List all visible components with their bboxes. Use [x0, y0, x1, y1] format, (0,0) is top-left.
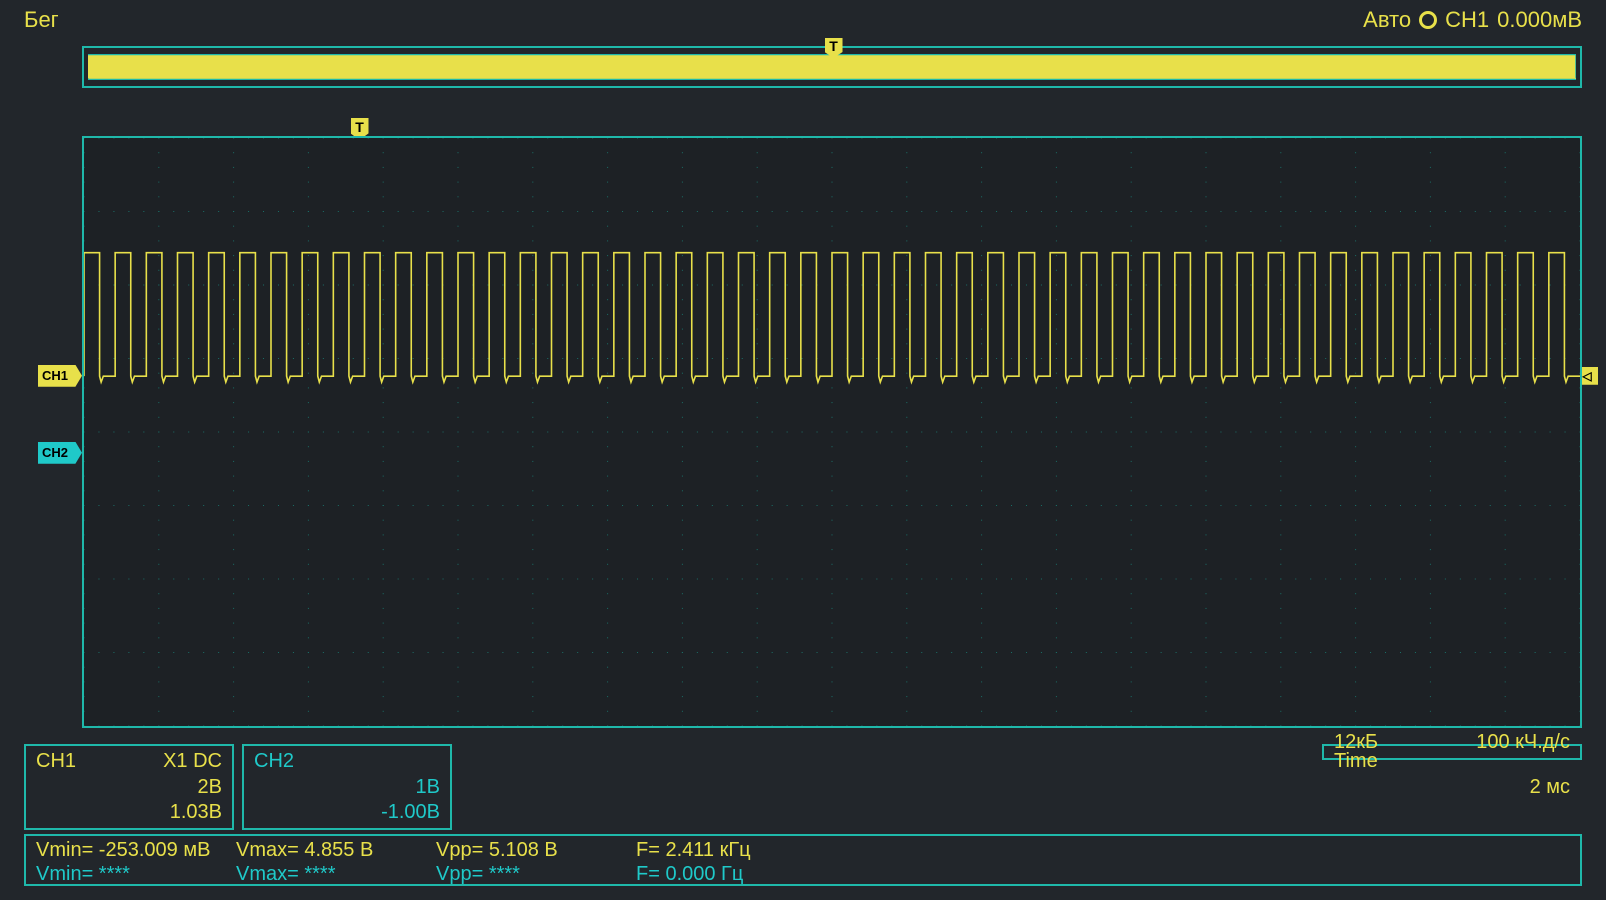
ch1-vdiv: 2В — [198, 776, 222, 799]
ch1-offset: 1.03В — [170, 801, 222, 824]
trigger-edge-icon — [1419, 11, 1437, 29]
run-state-label: Бег — [24, 7, 59, 33]
ch2-vmin: Vmin= **** — [36, 862, 236, 886]
timebase-rate: 100 кЧ.д/с — [1476, 731, 1570, 754]
timebase-panel[interactable]: Time 2 мс 12кБ 100 кЧ.д/с — [1322, 744, 1582, 760]
timebase-tdiv: 2 мс — [1530, 776, 1570, 799]
waveform-display[interactable] — [82, 136, 1582, 728]
ch1-vmin: Vmin= -253.009 мВ — [36, 838, 236, 862]
trigger-level-label: 0.000мВ — [1497, 7, 1582, 33]
ch1-vmax: Vmax= 4.855 В — [236, 838, 436, 862]
trigger-level-arrow-icon: ◁ — [1582, 369, 1591, 383]
ch1-probe-coupling: X1 DC — [163, 750, 222, 773]
ch2-panel-title: CH2 — [254, 750, 294, 773]
ch1-panel[interactable]: CH1 X1 DC 2В 1.03В — [24, 744, 234, 830]
measurements-ch1-row: Vmin= -253.009 мВ Vmax= 4.855 В Vpp= 5.1… — [36, 838, 1570, 862]
ch2-ground-marker[interactable]: CH2 — [38, 442, 82, 464]
trigger-mode-label: Авто — [1363, 7, 1411, 33]
memory-overview-wave — [88, 54, 1576, 80]
ch2-panel[interactable]: CH2 1В -1.00В — [242, 744, 452, 830]
ch1-ground-marker[interactable]: CH1 — [38, 365, 82, 387]
channel-panels: CH1 X1 DC 2В 1.03В CH2 1В -1.00В Time 2 … — [24, 744, 1582, 830]
ch1-panel-title: CH1 — [36, 750, 76, 773]
ch2-vpp: Vpp= **** — [436, 862, 636, 886]
trigger-source-label: CH1 — [1445, 7, 1489, 33]
ch2-freq: F= 0.000 Гц — [636, 862, 856, 886]
memory-overview[interactable]: Т — [82, 46, 1582, 88]
measurements-panel: Vmin= -253.009 мВ Vmax= 4.855 В Vpp= 5.1… — [24, 834, 1582, 886]
ch1-vpp: Vpp= 5.108 В — [436, 838, 636, 862]
measurements-ch2-row: Vmin= **** Vmax= **** Vpp= **** F= 0.000… — [36, 862, 1570, 886]
ch2-offset: -1.00В — [381, 801, 440, 824]
ch1-freq: F= 2.411 кГц — [636, 838, 856, 862]
trigger-readout: Авто CH1 0.000мВ — [1363, 7, 1582, 33]
timebase-mem: 12кБ — [1334, 731, 1378, 754]
waveform-svg — [84, 138, 1580, 726]
ch2-vmax: Vmax= **** — [236, 862, 436, 886]
ch2-vdiv: 1В — [416, 776, 440, 799]
